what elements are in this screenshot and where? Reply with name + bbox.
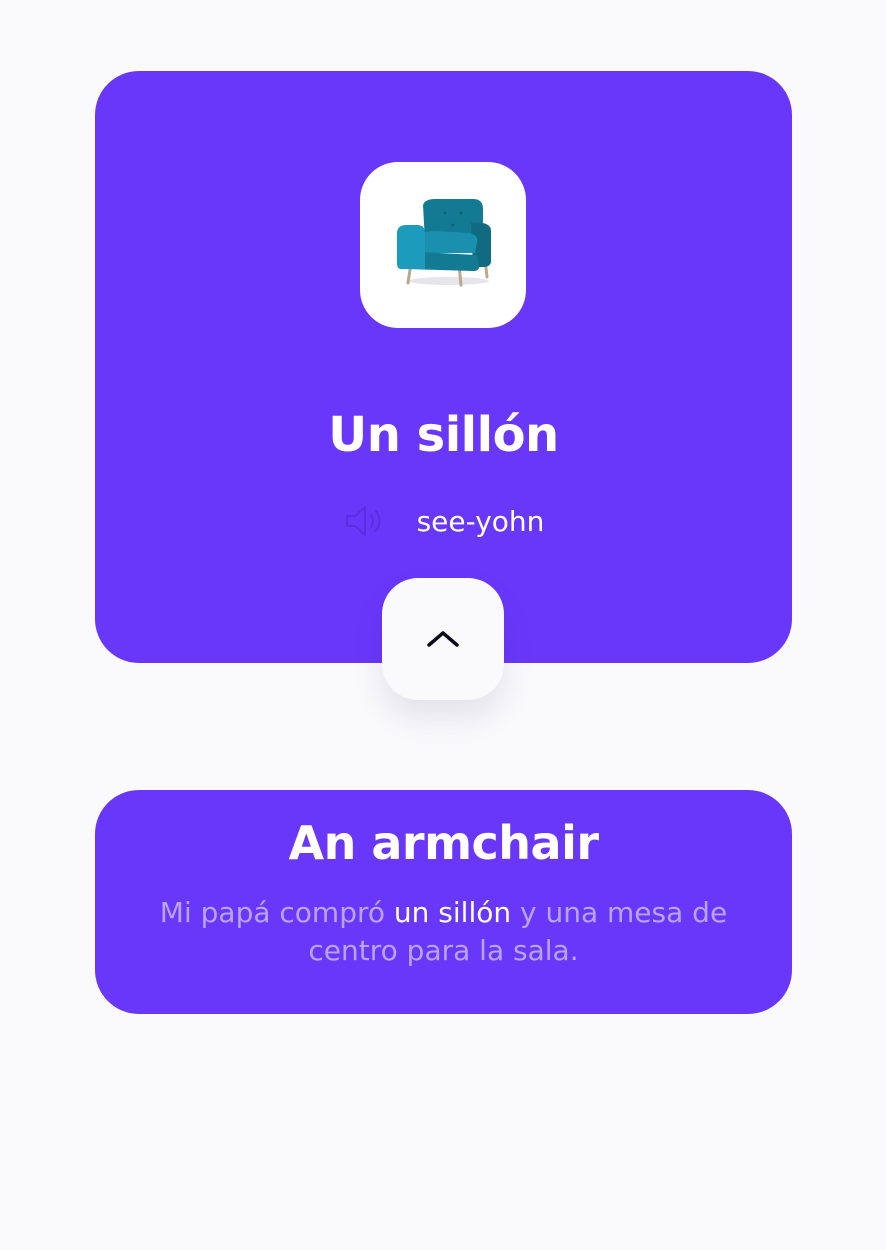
- example-text-before: Mi papá compró: [159, 896, 394, 929]
- pronunciation-row: see-yohn: [95, 503, 792, 539]
- word-image-tile: [360, 162, 526, 328]
- chevron-up-icon: [427, 631, 459, 647]
- speaker-icon: [345, 506, 381, 536]
- flashcard-front: Un sillón see-yohn: [95, 71, 792, 663]
- word-title: Un sillón: [328, 407, 559, 463]
- collapse-toggle-button[interactable]: [382, 578, 504, 700]
- pronunciation-text: see-yohn: [416, 504, 545, 538]
- example-sentence: Mi papá compró un sillón y una mesa de c…: [135, 894, 752, 970]
- example-highlight: un sillón: [393, 896, 512, 929]
- armchair-icon: [397, 199, 491, 287]
- flashcard-back: An armchair Mi papá compró un sillón y u…: [95, 790, 792, 1014]
- speaker-button[interactable]: [343, 503, 389, 539]
- translation-title: An armchair: [288, 816, 599, 870]
